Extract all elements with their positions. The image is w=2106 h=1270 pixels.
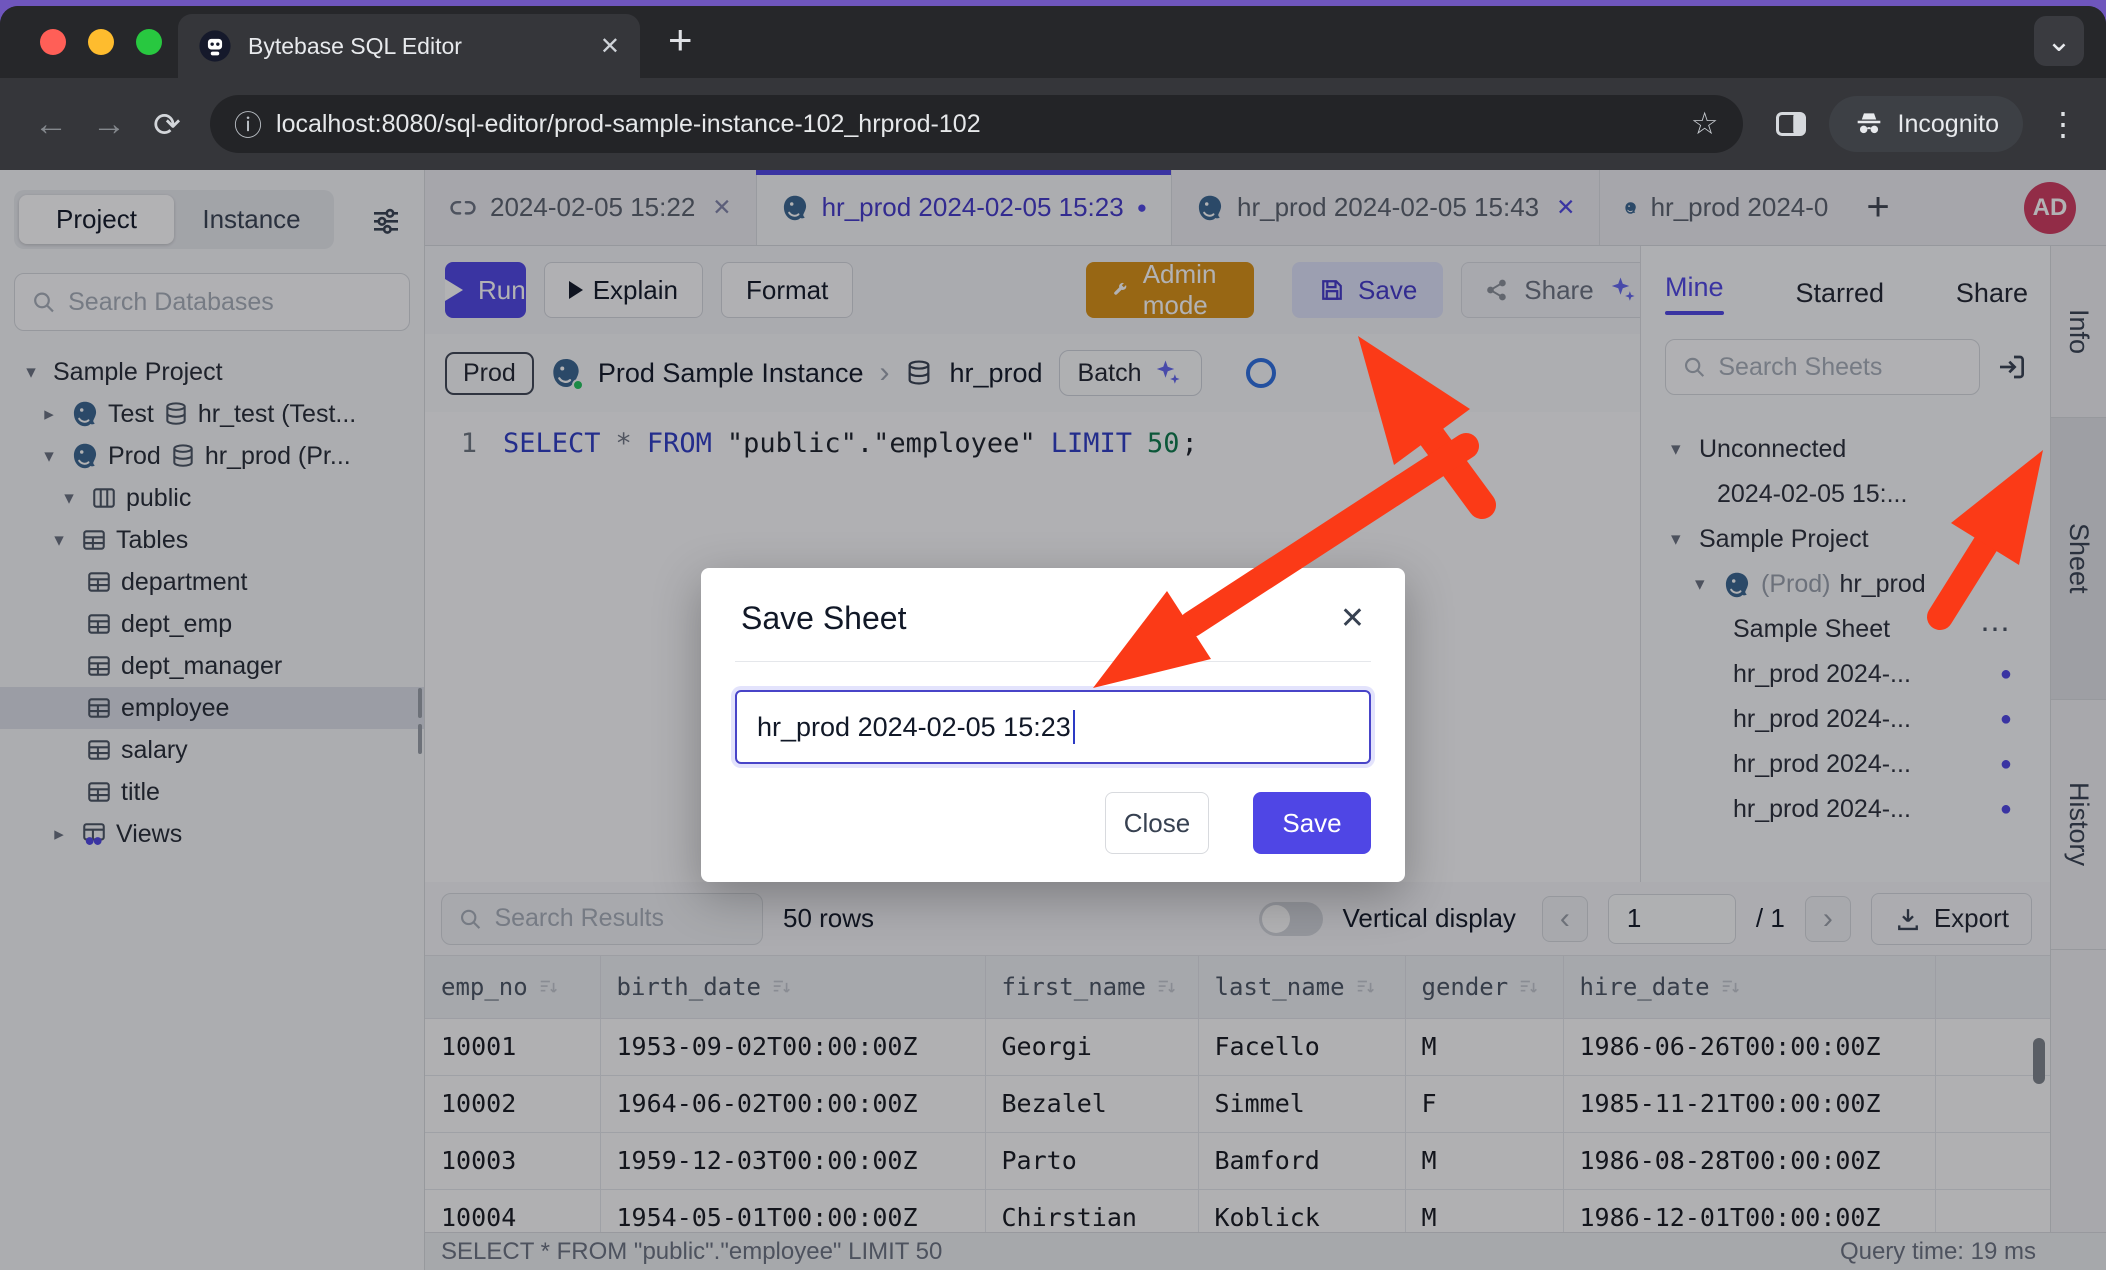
new-browser-tab-button[interactable]: +	[668, 16, 693, 64]
site-info-icon[interactable]: ⓘ	[234, 104, 262, 144]
tab-search-chevron-button[interactable]: ⌄	[2034, 16, 2084, 66]
incognito-badge: Incognito	[1829, 96, 2023, 152]
window-zoom-button[interactable]	[136, 29, 162, 55]
browser-tab[interactable]: Bytebase SQL Editor ✕	[178, 14, 640, 78]
bytebase-favicon	[198, 29, 232, 63]
browser-toolbar: ← → ⟳ ⓘ localhost:8080/sql-editor/prod-s…	[0, 78, 2106, 170]
browser-menu-icon[interactable]: ⋮	[2047, 105, 2080, 143]
dialog-close-icon[interactable]: ✕	[1340, 601, 1365, 636]
text-cursor	[1073, 710, 1075, 744]
dialog-save-button[interactable]: Save	[1253, 792, 1371, 854]
sheet-name-value: hr_prod 2024-02-05 15:23	[757, 712, 1071, 743]
url-text: localhost:8080/sql-editor/prod-sample-in…	[276, 110, 1677, 139]
chevron-down-icon: ⌄	[2046, 24, 2071, 59]
reload-button[interactable]: ⟳	[142, 105, 192, 144]
incognito-icon	[1853, 108, 1885, 140]
save-sheet-dialog: Save Sheet ✕ hr_prod 2024-02-05 15:23 Cl…	[701, 568, 1405, 882]
browser-tab-strip: Bytebase SQL Editor ✕ + ⌄	[0, 6, 2106, 78]
sheet-name-input[interactable]: hr_prod 2024-02-05 15:23	[735, 690, 1371, 764]
side-panel-icon[interactable]	[1773, 106, 1809, 142]
incognito-label: Incognito	[1898, 110, 1999, 139]
window-minimize-button[interactable]	[88, 29, 114, 55]
address-bar[interactable]: ⓘ localhost:8080/sql-editor/prod-sample-…	[210, 95, 1743, 153]
back-button[interactable]: ←	[26, 105, 76, 144]
forward-button[interactable]: →	[84, 105, 134, 144]
browser-tab-title: Bytebase SQL Editor	[248, 33, 584, 60]
window-close-button[interactable]	[40, 29, 66, 55]
tab-close-icon[interactable]: ✕	[600, 32, 620, 61]
dialog-title: Save Sheet	[741, 600, 906, 637]
browser-window: Bytebase SQL Editor ✕ + ⌄ ← → ⟳ ⓘ localh…	[0, 6, 2106, 1270]
bookmark-star-icon[interactable]: ☆	[1691, 106, 1719, 142]
dialog-close-button[interactable]: Close	[1105, 792, 1209, 854]
